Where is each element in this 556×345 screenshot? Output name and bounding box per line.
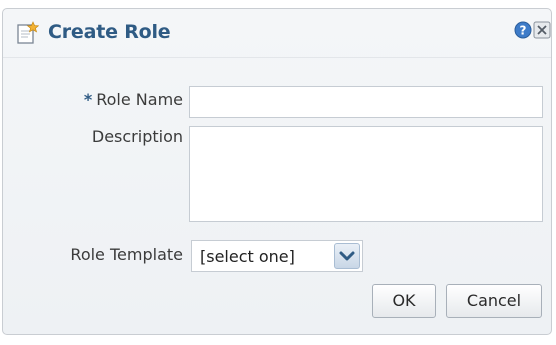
required-marker: *: [83, 90, 93, 109]
help-icon[interactable]: ?: [514, 21, 532, 39]
description-label: Description: [91, 127, 183, 146]
cancel-button[interactable]: Cancel: [446, 284, 542, 318]
role-template-selected: [select one]: [200, 247, 295, 266]
dialog-title: Create Role: [48, 21, 171, 43]
role-template-select[interactable]: [select one]: [191, 240, 363, 272]
close-icon[interactable]: [533, 21, 551, 39]
create-role-dialog: Create Role ? * Role Name Description Rol…: [2, 8, 552, 335]
chevron-down-glyph: [339, 251, 355, 261]
role-name-label: * Role Name: [83, 90, 183, 109]
ok-button[interactable]: OK: [372, 284, 436, 318]
dialog-titlebar: Create Role ?: [3, 9, 551, 58]
chevron-down-icon[interactable]: [334, 243, 360, 269]
new-document-icon: [17, 21, 39, 44]
role-template-label: Role Template: [70, 245, 183, 264]
svg-text:?: ?: [520, 24, 527, 38]
description-input[interactable]: [189, 126, 543, 222]
role-name-input[interactable]: [189, 86, 543, 118]
